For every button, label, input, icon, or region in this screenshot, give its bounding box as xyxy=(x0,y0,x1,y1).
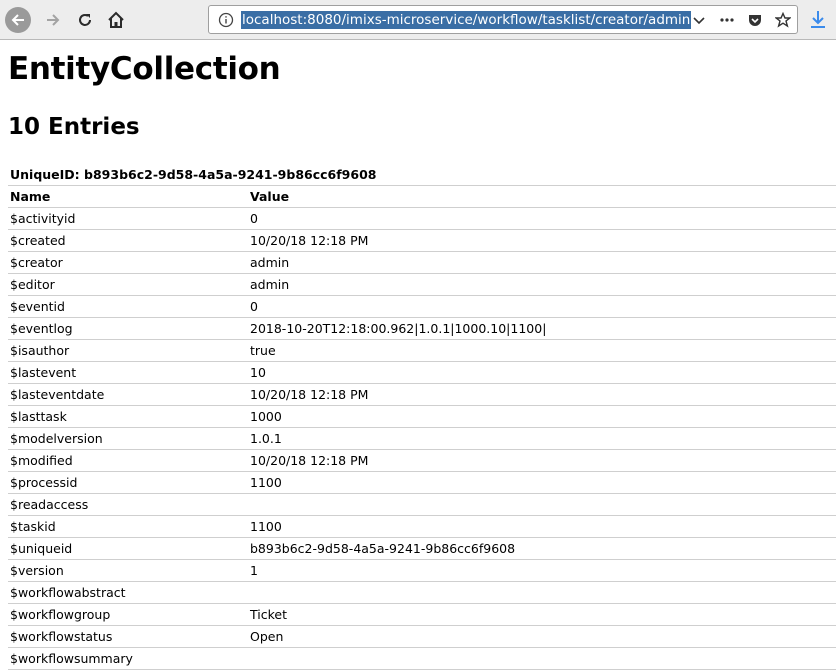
row-value: true xyxy=(248,339,836,362)
table-row: $lasttask 1000 xyxy=(8,405,836,428)
table-row: $uniqueid b893b6c2-9d58-4a5a-9241-9b86cc6… xyxy=(8,537,836,560)
row-value: admin xyxy=(248,273,836,296)
table-row: $processid 1100 xyxy=(8,471,836,494)
table-row: $version 1 xyxy=(8,559,836,582)
row-name: $readaccess xyxy=(8,493,248,516)
row-value: 0 xyxy=(248,207,836,230)
row-name: $workflowstatus xyxy=(8,625,248,648)
table-row: $workflowstatus Open xyxy=(8,625,836,648)
back-button[interactable] xyxy=(5,7,31,33)
url-bar[interactable]: localhost:8080/imixs-microservice/workfl… xyxy=(208,5,798,34)
row-name: $workflowabstract xyxy=(8,581,248,604)
table-row: $isauthor true xyxy=(8,339,836,362)
chevron-down-icon[interactable] xyxy=(691,12,707,28)
row-name: $lasttask xyxy=(8,405,248,428)
row-value xyxy=(248,493,836,516)
row-value: Ticket xyxy=(248,603,836,626)
row-name: $creator xyxy=(8,251,248,274)
table-row: $lasteventdate 10/20/18 12:18 PM xyxy=(8,383,836,406)
table-row: $lastevent 10 xyxy=(8,361,836,384)
row-value: 10/20/18 12:18 PM xyxy=(248,449,836,472)
home-icon xyxy=(108,11,124,28)
row-value: admin xyxy=(248,251,836,274)
table-row: $workflowsummary xyxy=(8,647,836,670)
row-name: $modelversion xyxy=(8,427,248,450)
entry-count: 10 Entries xyxy=(8,114,140,140)
row-name: $isauthor xyxy=(8,339,248,362)
star-icon[interactable] xyxy=(775,12,791,28)
more-dots-icon[interactable] xyxy=(719,12,735,28)
table-row: $readaccess xyxy=(8,493,836,516)
arrow-left-icon xyxy=(11,14,24,26)
row-value: 1100 xyxy=(248,515,836,538)
row-value: 10/20/18 12:18 PM xyxy=(248,383,836,406)
row-value: b893b6c2-9d58-4a5a-9241-9b86cc6f9608 xyxy=(248,537,836,560)
row-name: $editor xyxy=(8,273,248,296)
column-header-row: Name Value xyxy=(8,185,836,208)
column-header-name: Name xyxy=(8,185,248,208)
arrow-right-icon xyxy=(47,14,60,26)
table-row: $activityid 0 xyxy=(8,207,836,230)
row-value: 1.0.1 xyxy=(248,427,836,450)
row-name: $eventid xyxy=(8,295,248,318)
row-value xyxy=(248,581,836,604)
table-row: $workflowgroup Ticket xyxy=(8,603,836,626)
row-name: $version xyxy=(8,559,248,582)
row-name: $activityid xyxy=(8,207,248,230)
column-header-value: Value xyxy=(248,185,836,208)
row-name: $lastevent xyxy=(8,361,248,384)
row-value: 10 xyxy=(248,361,836,384)
row-value: 1100 xyxy=(248,471,836,494)
table-row: $modelversion 1.0.1 xyxy=(8,427,836,450)
row-value: 1000 xyxy=(248,405,836,428)
row-name: $lasteventdate xyxy=(8,383,248,406)
home-button[interactable] xyxy=(103,7,129,33)
row-value: Open xyxy=(248,625,836,648)
entity-rows: $activityid 0 $created 10/20/18 12:18 PM $cr… xyxy=(8,207,836,670)
forward-button[interactable] xyxy=(40,7,66,33)
row-value: 0 xyxy=(248,295,836,318)
page-title: EntityCollection xyxy=(8,51,281,87)
row-name: $workflowsummary xyxy=(8,647,248,670)
table-row: $created 10/20/18 12:18 PM xyxy=(8,229,836,252)
reload-button[interactable] xyxy=(72,7,98,33)
download-icon[interactable] xyxy=(808,9,828,31)
table-row: $workflowabstract xyxy=(8,581,836,604)
pocket-icon[interactable] xyxy=(747,12,763,28)
row-value: 10/20/18 12:18 PM xyxy=(248,229,836,252)
row-value xyxy=(248,647,836,670)
row-name: $modified xyxy=(8,449,248,472)
table-row: $eventid 0 xyxy=(8,295,836,318)
table-row: $editor admin xyxy=(8,273,836,296)
row-value: 2018-10-20T12:18:00.962|1.0.1|1000.10|11… xyxy=(248,317,836,340)
row-name: $taskid xyxy=(8,515,248,538)
info-icon[interactable] xyxy=(218,12,234,28)
browser-toolbar: localhost:8080/imixs-microservice/workfl… xyxy=(0,0,836,40)
table-row: $taskid 1100 xyxy=(8,515,836,538)
row-name: $uniqueid xyxy=(8,537,248,560)
row-value: 1 xyxy=(248,559,836,582)
table-row: $creator admin xyxy=(8,251,836,274)
row-name: $workflowgroup xyxy=(8,603,248,626)
url-text[interactable]: localhost:8080/imixs-microservice/workfl… xyxy=(241,11,692,29)
unique-id-header: UniqueID: b893b6c2-9d58-4a5a-9241-9b86cc… xyxy=(8,164,836,186)
reload-icon xyxy=(79,14,91,26)
unique-id-row: UniqueID: b893b6c2-9d58-4a5a-9241-9b86cc… xyxy=(8,164,836,186)
table-row: $eventlog 2018-10-20T12:18:00.962|1.0.1|1… xyxy=(8,317,836,340)
table-row: $modified 10/20/18 12:18 PM xyxy=(8,449,836,472)
row-name: $created xyxy=(8,229,248,252)
row-name: $processid xyxy=(8,471,248,494)
entity-table: UniqueID: b893b6c2-9d58-4a5a-9241-9b86cc… xyxy=(8,164,836,670)
row-name: $eventlog xyxy=(8,317,248,340)
